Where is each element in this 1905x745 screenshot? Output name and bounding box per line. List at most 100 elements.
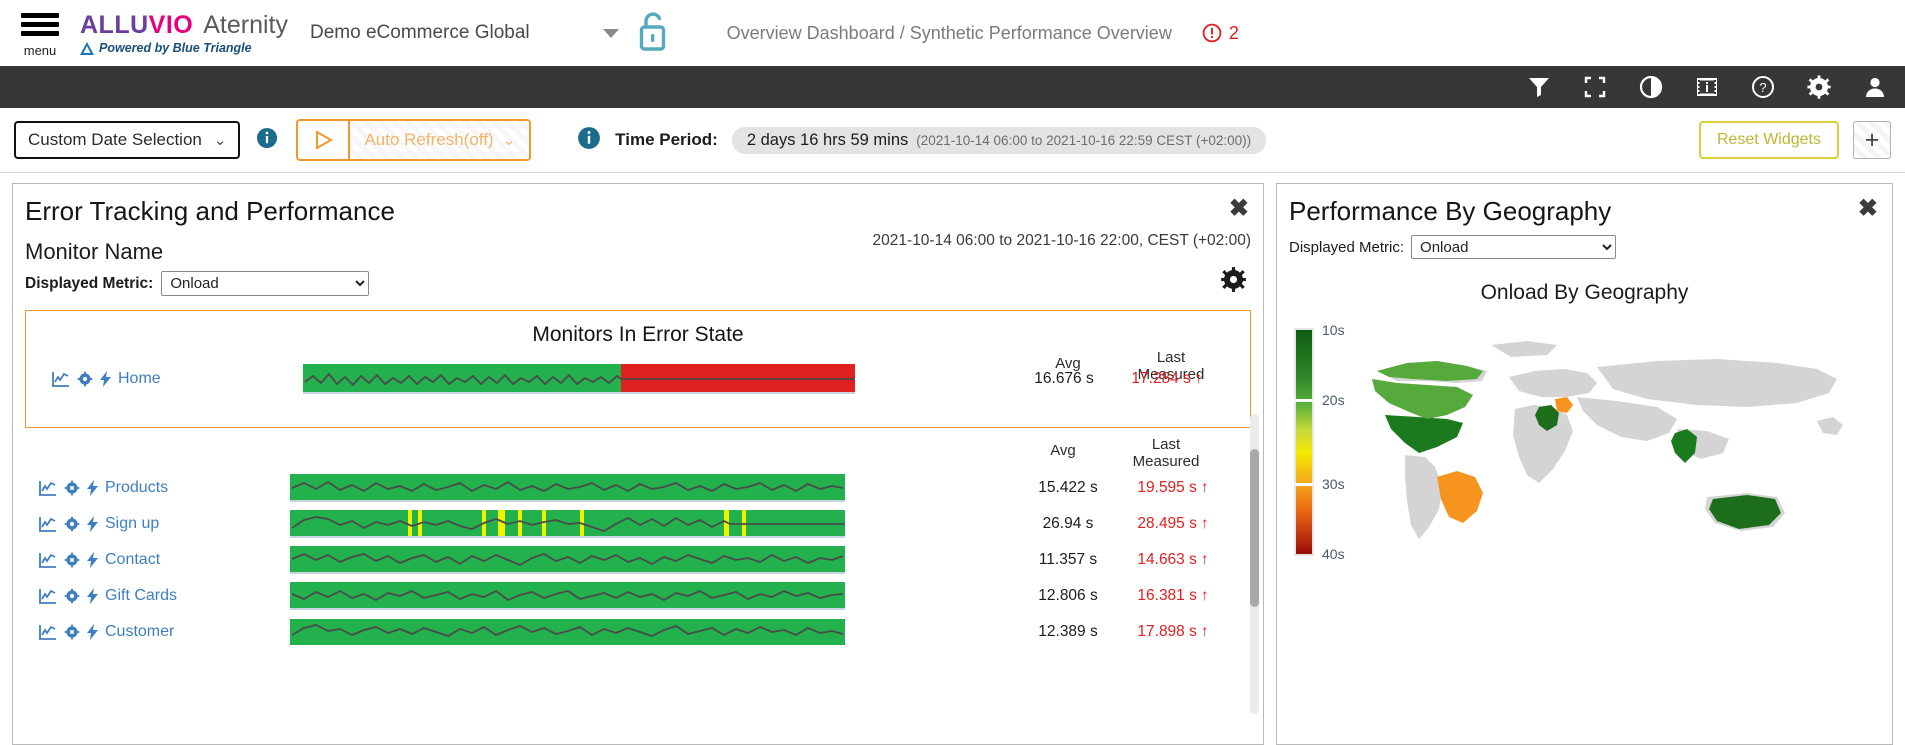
time-period-info-icon[interactable] [577,126,601,155]
trend-up-arrow-icon: ↑ [1200,623,1209,640]
fullscreen-icon[interactable] [1583,75,1607,99]
hamburger-menu-button[interactable]: menu [0,9,76,58]
legend-colorbar: 10s 20s 30s 40s [1294,322,1345,562]
breadcrumb[interactable]: Overview Dashboard / Synthetic Performan… [727,23,1172,44]
region-germany[interactable] [1555,397,1573,413]
add-widget-button[interactable]: + [1853,121,1891,159]
brand-logo: ALLUVIO Aternity Powered by Blue Triangl… [80,11,288,55]
region-brazil[interactable] [1437,471,1483,523]
gear-icon[interactable] [64,588,80,604]
table-row[interactable]: Products 15.422 s 19.595 s ↑ [13,470,1263,506]
table-row[interactable]: Gift Cards 12.806 s 16.381 s ↑ [13,578,1263,614]
gear-icon[interactable] [64,552,80,568]
table-row[interactable]: Home 16.676 s 17.284 s ↑ [26,361,1250,397]
settings-gear-icon[interactable] [1807,75,1831,99]
auto-refresh-group: Auto Refresh(off) ⌄ [296,119,532,161]
date-info-icon[interactable] [256,127,278,154]
dashboard-control-bar: Custom Date Selection ⌄ Auto Refresh(off… [0,108,1905,173]
info-panel-icon[interactable] [1695,75,1719,99]
monitor-avg-value: 12.389 s [1038,623,1098,640]
chart-icon[interactable] [39,516,57,532]
gear-icon[interactable] [64,624,80,640]
trend-up-arrow-icon: ↑ [1194,370,1203,387]
lightning-bolt-icon[interactable] [87,588,98,604]
chart-icon[interactable] [52,371,70,387]
list-col-avg-header: Avg [1050,442,1076,459]
error-badge[interactable]: 2 [1202,23,1239,44]
utility-toolbar: ? [0,66,1905,108]
lightning-bolt-icon[interactable] [87,480,98,496]
monitor-name-link[interactable]: Sign up [105,515,159,533]
sparkline-customer [290,619,845,645]
contrast-icon[interactable] [1639,75,1663,99]
time-period-label: Time Period: [615,130,718,149]
app-header: menu ALLUVIO Aternity Powered by Blue Tr… [0,0,1905,66]
widget-error-tracking: Error Tracking and Performance ✖ Monitor… [12,183,1264,745]
monitor-name-link[interactable]: Contact [105,551,160,569]
monitor-name-link[interactable]: Products [105,479,168,497]
chart-icon[interactable] [39,624,57,640]
close-icon[interactable]: ✖ [1229,197,1249,221]
region-united-states[interactable] [1385,415,1463,453]
trend-up-arrow-icon: ↑ [1200,587,1209,604]
lightning-bolt-icon[interactable] [87,624,98,640]
table-row[interactable]: Contact 11.357 s 14.663 s ↑ [13,542,1263,578]
chevron-down-icon [602,28,619,38]
auto-refresh-dropdown[interactable]: Auto Refresh(off) ⌄ [350,121,530,159]
menu-label: menu [23,42,57,58]
monitor-avg-value: 12.806 s [1038,587,1098,604]
trend-up-arrow-icon: ↑ [1200,515,1209,532]
widget-container: Error Tracking and Performance ✖ Monitor… [0,173,1905,745]
chart-icon[interactable] [39,552,57,568]
sparkline-contact [290,546,845,574]
table-row[interactable]: Customer 12.389 s 17.898 s ↑ [13,614,1263,650]
list-col-last-line2: Measured [1132,453,1200,470]
widget-date-range: 2021-10-14 06:00 to 2021-10-16 22:00, CE… [872,232,1251,249]
chart-icon[interactable] [39,588,57,604]
gear-icon[interactable] [64,480,80,496]
error-circle-icon [1202,23,1222,43]
monitor-row-controls: Home [26,370,266,388]
region-canada[interactable] [1372,379,1473,419]
account-selector[interactable]: Demo eCommerce Global [310,22,619,44]
time-period-info: Time Period: 2 days 16 hrs 59 mins (2021… [577,126,1267,155]
refresh-play-button[interactable] [298,121,351,159]
alluvio-wordmark-part2: VIO [148,11,194,39]
legend-tick-40s: 40s [1322,546,1345,562]
lightning-bolt-icon[interactable] [87,552,98,568]
reset-widgets-button[interactable]: Reset Widgets [1698,121,1839,159]
gear-icon[interactable] [77,371,93,387]
help-icon[interactable]: ? [1751,75,1775,99]
monitor-last-number: 28.495 s [1137,515,1197,532]
table-row[interactable]: Sign up 26.94 s 28.495 s ↑ [13,506,1263,542]
alluvio-wordmark-part1: ALLU [80,11,149,39]
monitor-name-link[interactable]: Home [118,370,161,388]
scrollbar-thumb[interactable] [1250,449,1259,607]
sparkline-products [290,474,845,502]
monitor-last-value: 14.663 s ↑ [1118,551,1228,569]
svg-text:?: ? [1759,80,1766,95]
region-india[interactable] [1671,429,1697,463]
error-count: 2 [1228,22,1239,43]
user-avatar-icon[interactable] [1863,75,1887,99]
widget-settings-gear-icon[interactable] [1220,266,1247,298]
geo-displayed-metric-select[interactable]: Onload [1411,235,1617,259]
displayed-metric-select[interactable]: Onload [161,271,370,296]
geo-map-area: 10s 20s 30s 40s [1277,311,1892,616]
chart-icon[interactable] [39,480,57,496]
play-triangle-icon [316,130,334,150]
monitor-last-value: 28.495 s ↑ [1118,515,1228,533]
lightning-bolt-icon[interactable] [87,516,98,532]
unlocked-padlock-icon[interactable] [635,9,671,58]
lightning-bolt-icon[interactable] [100,371,111,387]
filter-icon[interactable] [1527,75,1551,99]
world-heatmap[interactable]: 10s 20s 30s 40s [1277,311,1887,611]
monitor-name-link[interactable]: Gift Cards [105,587,177,605]
close-icon[interactable]: ✖ [1858,197,1878,221]
hamburger-menu-icon [21,9,59,40]
date-selection-dropdown[interactable]: Custom Date Selection ⌄ [14,121,241,159]
monitor-last-value: 17.898 s ↑ [1118,623,1228,641]
monitor-last-number: 14.663 s [1137,551,1197,568]
monitor-name-link[interactable]: Customer [105,623,174,641]
gear-icon[interactable] [64,516,80,532]
